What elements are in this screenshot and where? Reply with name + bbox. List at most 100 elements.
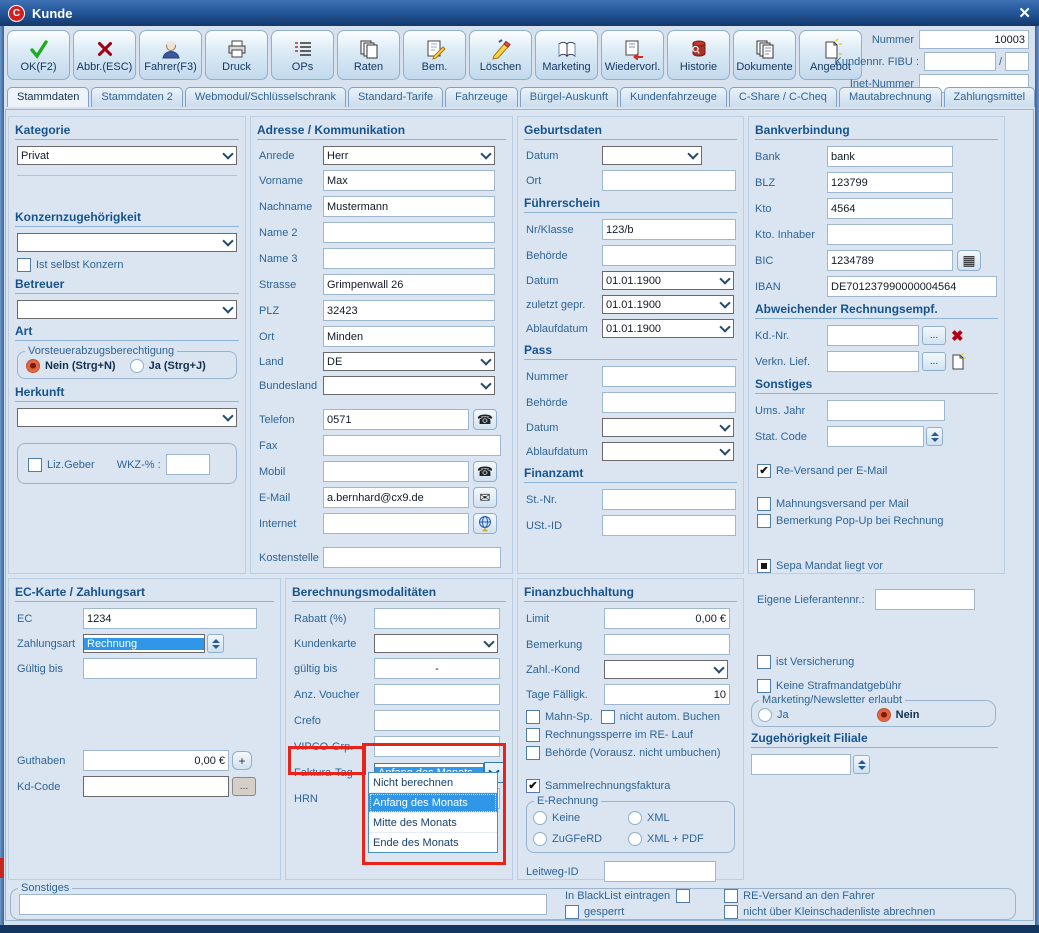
kd-code-browse-button[interactable]: ... <box>232 777 256 796</box>
tab-fahrzeuge[interactable]: Fahrzeuge <box>445 87 518 107</box>
leitweg-field[interactable] <box>604 861 716 882</box>
zahlungsart-select[interactable]: Rechnung <box>83 634 205 653</box>
faktura-option-anfang[interactable]: Anfang des Monats <box>369 793 497 813</box>
blz-field[interactable] <box>827 172 953 193</box>
rechnungssperre-checkbox[interactable] <box>526 728 540 742</box>
erechnung-xmlpdf-radio[interactable] <box>628 832 642 846</box>
fibu-field[interactable] <box>924 52 996 71</box>
email-field[interactable] <box>323 487 469 508</box>
ort-field[interactable] <box>323 326 495 347</box>
new-document-icon[interactable] <box>951 353 966 370</box>
keine-strafmandat-checkbox[interactable] <box>757 679 771 693</box>
nein-radio[interactable] <box>26 359 40 373</box>
verkn-lief-field[interactable] <box>827 351 919 372</box>
geburt-datum-select[interactable] <box>602 146 702 165</box>
erechnung-keine-radio[interactable] <box>533 811 547 825</box>
kleinschaden-checkbox[interactable] <box>724 905 738 919</box>
bottom-sonstiges-field[interactable] <box>19 894 547 915</box>
raten-button[interactable]: Raten <box>337 30 400 80</box>
gesperrt-checkbox[interactable] <box>565 905 579 919</box>
tab-c-share[interactable]: C-Share / C-Cheq <box>729 87 837 107</box>
phone-icon[interactable]: ☎ <box>473 461 497 482</box>
kostenstelle-field[interactable] <box>323 547 501 568</box>
erechnung-zugferd-radio[interactable] <box>533 832 547 846</box>
zahl-kond-select[interactable] <box>604 660 728 679</box>
filiale-spinner[interactable] <box>853 755 870 774</box>
dokumente-button[interactable]: Dokumente <box>733 30 796 80</box>
newsletter-nein-radio[interactable] <box>877 708 891 722</box>
konzern-select[interactable] <box>17 233 237 252</box>
anz-voucher-field[interactable] <box>374 684 500 705</box>
kdnr-browse-button[interactable]: ... <box>922 326 946 345</box>
fahrer-button[interactable]: Fahrer(F3) <box>139 30 202 80</box>
land-select[interactable]: DE <box>323 352 495 371</box>
tage-faelligk-field[interactable] <box>604 684 730 705</box>
kto-field[interactable] <box>827 198 953 219</box>
kd-code-field[interactable] <box>83 776 229 797</box>
mahn-sp-checkbox[interactable] <box>526 710 540 724</box>
filiale-field[interactable] <box>751 754 851 775</box>
popup-checkbox[interactable] <box>757 514 771 528</box>
tab-zahlungsmittel[interactable]: Zahlungsmittel <box>944 87 1036 107</box>
stat-code-spinner[interactable] <box>926 427 943 446</box>
fibu-suffix-field[interactable] <box>1005 52 1029 71</box>
tab-mautabrechnung[interactable]: Mautabrechnung <box>839 87 942 107</box>
qr-icon[interactable]: ▦ <box>957 250 981 271</box>
tab-kundenfahrzeuge[interactable]: Kundenfahrzeuge <box>620 87 727 107</box>
nummer-field[interactable] <box>919 30 1029 49</box>
guthaben-field[interactable] <box>83 750 229 771</box>
mobil-field[interactable] <box>323 461 469 482</box>
bundesland-select[interactable] <box>323 376 495 395</box>
pass-ablauf-select[interactable] <box>602 442 734 461</box>
anrede-select[interactable]: Herr <box>323 146 495 165</box>
ja-radio[interactable] <box>130 359 144 373</box>
bank-field[interactable] <box>827 146 953 167</box>
nicht-autom-checkbox[interactable] <box>601 710 615 724</box>
stnr-field[interactable] <box>602 489 736 510</box>
stat-code-field[interactable] <box>827 426 924 447</box>
re-versand-checkbox[interactable] <box>757 464 771 478</box>
mail-icon[interactable]: ✉ <box>473 487 497 508</box>
behoerde-umbuchen-checkbox[interactable] <box>526 746 540 760</box>
newsletter-ja-radio[interactable] <box>758 708 772 722</box>
herkunft-select[interactable] <box>17 408 237 427</box>
fibu-bemerkung-field[interactable] <box>604 634 730 655</box>
tab-stammdaten-2[interactable]: Stammdaten 2 <box>91 87 183 107</box>
ops-button[interactable]: OPs <box>271 30 334 80</box>
fs-ablauf-select[interactable]: 01.01.1900 <box>602 319 734 338</box>
lizgeber-checkbox[interactable] <box>28 458 42 472</box>
erechnung-xml-radio[interactable] <box>628 811 642 825</box>
kundenkarte-select[interactable] <box>374 634 498 653</box>
kategorie-select[interactable]: Privat <box>17 146 237 165</box>
bic-field[interactable] <box>827 250 953 271</box>
limit-field[interactable] <box>604 608 730 629</box>
blacklist-checkbox[interactable] <box>676 889 690 903</box>
ums-jahr-field[interactable] <box>827 400 945 421</box>
strasse-field[interactable] <box>323 274 495 295</box>
faktura-option-ende[interactable]: Ende des Monats <box>369 833 497 852</box>
ec-field[interactable] <box>83 608 257 629</box>
ustid-field[interactable] <box>602 515 736 536</box>
nr-klasse-field[interactable] <box>602 219 736 240</box>
marketing-button[interactable]: Marketing <box>535 30 598 80</box>
bemerkung-button[interactable]: Bem. <box>403 30 466 80</box>
sepa-checkbox[interactable] <box>757 559 771 573</box>
historie-button[interactable]: Historie <box>667 30 730 80</box>
ist-versicherung-checkbox[interactable] <box>757 655 771 669</box>
globe-icon[interactable] <box>473 513 497 534</box>
tab-webmodul[interactable]: Webmodul/Schlüsselschrank <box>185 87 346 107</box>
wkz-field[interactable] <box>166 454 210 475</box>
close-icon[interactable]: ✕ <box>1018 4 1031 22</box>
zuletzt-gepr-select[interactable]: 01.01.1900 <box>602 295 734 314</box>
faktura-option-nicht-berechnen[interactable]: Nicht berechnen <box>369 773 497 793</box>
re-versand-fahrer-checkbox[interactable] <box>724 889 738 903</box>
tab-buergel-auskunft[interactable]: Bürgel-Auskunft <box>520 87 618 107</box>
verkn-browse-button[interactable]: ... <box>922 352 946 371</box>
guthaben-add-button[interactable]: + <box>232 751 252 770</box>
zahlungsart-spinner[interactable] <box>207 634 224 653</box>
tab-stammdaten[interactable]: Stammdaten <box>7 87 89 107</box>
internet-field[interactable] <box>323 513 469 534</box>
phone-icon[interactable]: ☎ <box>473 409 497 430</box>
ok-button[interactable]: OK(F2) <box>7 30 70 80</box>
geburt-ort-field[interactable] <box>602 170 736 191</box>
